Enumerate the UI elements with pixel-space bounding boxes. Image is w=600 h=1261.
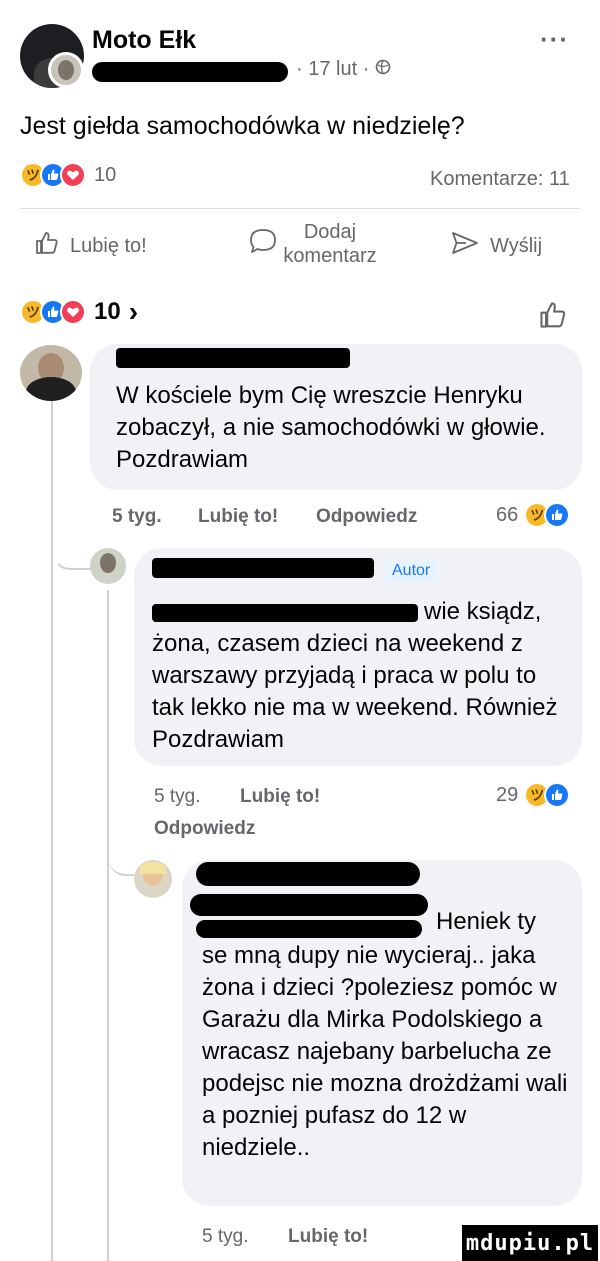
author-avatar[interactable] <box>90 548 126 584</box>
comment-label-line1: Dodaj <box>303 221 357 243</box>
redacted-mention <box>190 894 428 916</box>
globe-icon <box>375 58 391 81</box>
share-button[interactable]: Wyślij <box>450 230 542 262</box>
author-badge: Autor <box>384 559 439 582</box>
reaction-count: 10 <box>94 163 117 186</box>
summary-count: 10 <box>94 298 121 325</box>
like-reaction-icon <box>544 782 571 808</box>
redacted-author-name <box>152 558 374 578</box>
like-reaction-icon <box>544 502 571 528</box>
comment-like-button[interactable]: Lubię to! <box>240 786 320 808</box>
comments-count[interactable]: Komentarze: 11 <box>430 168 570 191</box>
comment-like-button[interactable]: Lubię to! <box>288 1226 368 1248</box>
redacted-mention <box>196 920 422 938</box>
commenter-avatar[interactable] <box>134 860 172 898</box>
comment-reaction-count: 66 <box>496 503 519 526</box>
group-name[interactable]: Moto Ełk <box>92 26 196 55</box>
thread-line <box>51 400 53 1261</box>
post-meta: · 17 lut · <box>296 58 391 81</box>
post-date: · 17 lut · <box>296 58 370 80</box>
comment-time: 5 tyg. <box>112 506 162 527</box>
comment-reactions[interactable]: 29 ツ <box>496 782 571 808</box>
comment-reply-button[interactable]: Odpowiedz <box>154 818 255 840</box>
redacted-mention <box>152 604 418 622</box>
comment-reply-button[interactable]: Odpowiedz <box>316 506 417 528</box>
like-label: Lubię to! <box>70 234 147 257</box>
comment-reactions[interactable]: 66 ツ <box>496 502 571 528</box>
chevron-right-icon: › <box>128 296 139 327</box>
share-icon <box>450 230 490 262</box>
comment-reaction-count: 29 <box>496 783 519 806</box>
comment-like-button[interactable]: Lubię to! <box>198 506 278 528</box>
redacted-commenter-name <box>196 862 420 886</box>
poster-avatar[interactable] <box>48 52 84 88</box>
post-reactions[interactable]: ツ 10 <box>20 162 116 188</box>
post-text: Jest giełda samochodówka w niedzielę? <box>20 112 465 140</box>
comment-text: żona, czasem dzieci na weekend z warszaw… <box>152 630 558 753</box>
like-button[interactable]: Lubię to! <box>34 230 147 262</box>
watermark: mdupiu.pl <box>462 1225 598 1261</box>
thumbs-up-icon <box>34 230 70 262</box>
comment-text-line1: wie ksiądz, <box>424 598 542 625</box>
thumbs-up-icon[interactable] <box>538 300 568 335</box>
comment-button[interactable]: Dodaj komentarz <box>270 220 390 268</box>
commenter-avatar[interactable] <box>20 345 82 401</box>
reactions-summary[interactable]: ツ 10 › <box>20 296 138 328</box>
more-options-button[interactable]: ··· <box>540 24 569 55</box>
divider <box>20 208 580 209</box>
love-reaction-icon <box>60 299 86 325</box>
love-reaction-icon <box>60 162 86 188</box>
comment-time: 5 tyg. <box>154 786 201 807</box>
share-label: Wyślij <box>490 234 543 257</box>
comment-text: W kościele bym Cię wreszcie Henryku zoba… <box>116 382 546 473</box>
thread-connector <box>108 850 134 876</box>
thread-line-nested <box>107 590 109 1261</box>
comment-time: 5 tyg. <box>202 1226 249 1247</box>
redacted-poster-name <box>92 62 288 82</box>
comment-label-line2: komentarz <box>283 245 377 267</box>
redacted-commenter-name <box>116 348 350 368</box>
comment-text: se mną dupy nie wycieraj.. jaka żona i d… <box>202 942 568 1161</box>
comment-text-line1: Heniek ty <box>436 908 537 935</box>
author-badge-label: Autor <box>384 559 439 582</box>
